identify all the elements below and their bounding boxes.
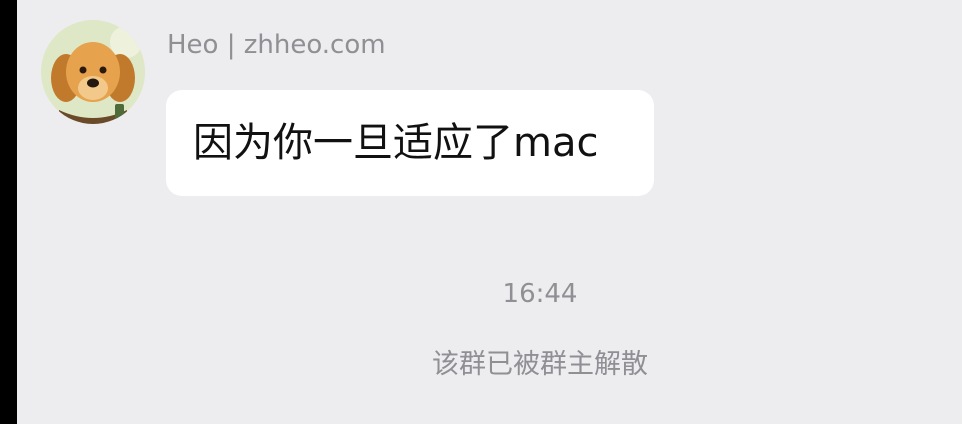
message-bubble[interactable]: 因为你一旦适应了mac — [166, 90, 654, 196]
sender-name: Heo | zhheo.com — [167, 30, 386, 60]
chat-area: Heo | zhheo.com 因为你一旦适应了mac 16:44 该群已被群主… — [17, 0, 962, 424]
window-edge — [0, 0, 17, 424]
dog-avatar-icon — [41, 20, 145, 124]
message-timestamp: 16:44 — [502, 279, 578, 309]
sender-avatar[interactable] — [41, 20, 145, 124]
system-notice: 该群已被群主解散 — [432, 349, 648, 380]
message-text: 因为你一旦适应了mac — [193, 120, 599, 166]
